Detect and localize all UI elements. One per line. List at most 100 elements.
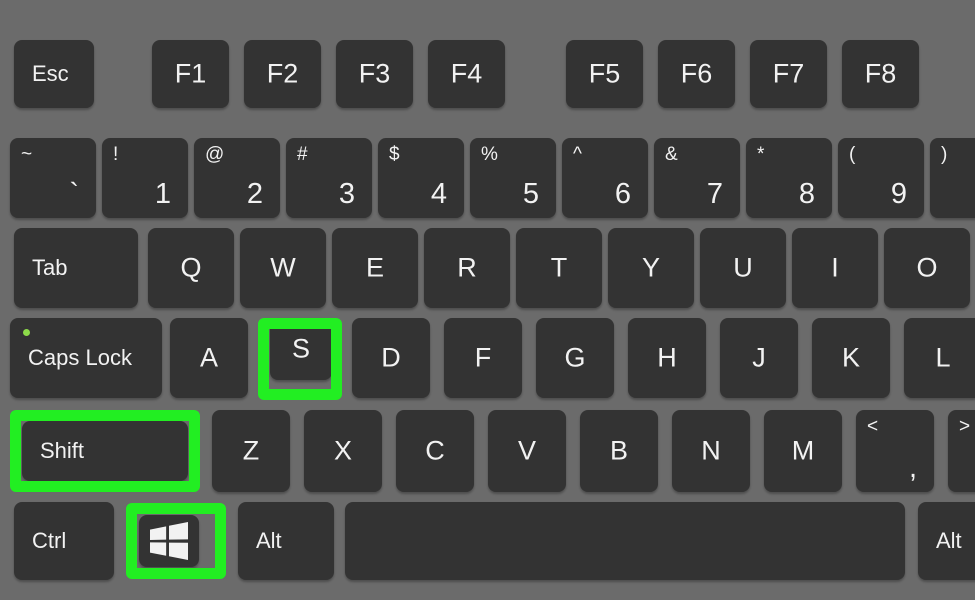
key-q-label: Q [180, 252, 202, 283]
key-f1-label: F1 [174, 58, 207, 89]
key-ctrl[interactable]: Ctrl [14, 502, 114, 580]
key-backtick-base-legend: ` [69, 178, 79, 210]
key-digit4[interactable]: $4 [378, 138, 464, 218]
key-digit7-base-legend: 7 [706, 178, 723, 210]
key-k[interactable]: K [812, 318, 890, 398]
key-q[interactable]: Q [148, 228, 234, 308]
key-digit3-base-legend: 3 [338, 178, 355, 210]
key-c-label: C [425, 435, 445, 466]
key-digit2[interactable]: @2 [194, 138, 280, 218]
key-c[interactable]: C [396, 410, 474, 492]
key-digit9[interactable]: (9 [838, 138, 924, 218]
key-f-label: F [474, 342, 492, 373]
key-f2[interactable]: F2 [244, 40, 321, 108]
key-f3[interactable]: F3 [336, 40, 413, 108]
key-r[interactable]: R [424, 228, 510, 308]
key-capslock[interactable]: Caps Lock [10, 318, 162, 398]
key-l[interactable]: L [904, 318, 975, 398]
key-digit6[interactable]: ^ 6 [562, 138, 648, 218]
key-a-label: A [199, 342, 218, 373]
key-digit7[interactable]: & 7 [654, 138, 740, 218]
key-v[interactable]: V [488, 410, 566, 492]
key-f1[interactable]: F1 [152, 40, 229, 108]
key-digit1-shift-legend: ! [113, 144, 119, 165]
key-ctrl-label: Ctrl [32, 528, 67, 553]
key-digit5-base-legend: 5 [522, 178, 539, 210]
key-digit9-base-legend: 9 [890, 178, 907, 210]
key-f[interactable]: F [444, 318, 522, 398]
key-backtick-shift-legend: ~ [21, 144, 33, 165]
key-space[interactable] [345, 502, 905, 580]
key-digit5-shift-legend: % [481, 144, 498, 165]
key-e[interactable]: E [332, 228, 418, 308]
key-s-label: S [291, 333, 310, 364]
key-alt-right[interactable]: Alt [918, 502, 975, 580]
key-i[interactable]: I [792, 228, 878, 308]
key-d[interactable]: D [352, 318, 430, 398]
key-f6-label: F6 [680, 58, 713, 89]
key-u[interactable]: U [700, 228, 786, 308]
key-j[interactable]: J [720, 318, 798, 398]
key-o[interactable]: O [884, 228, 970, 308]
key-esc[interactable]: Esc [14, 40, 94, 108]
key-f2-label: F2 [266, 58, 299, 89]
windows-logo-icon [150, 522, 188, 560]
key-n[interactable]: N [672, 410, 750, 492]
key-backtick[interactable]: ~ ` [10, 138, 96, 218]
key-m[interactable]: M [764, 410, 842, 492]
key-windows[interactable] [139, 515, 199, 567]
key-f4[interactable]: F4 [428, 40, 505, 108]
key-z[interactable]: Z [212, 410, 290, 492]
key-digit9-shift-legend: ( [849, 144, 856, 165]
key-f7[interactable]: F7 [750, 40, 827, 108]
key-comma-base-legend: , [908, 452, 917, 484]
key-a[interactable]: A [170, 318, 248, 398]
key-comma[interactable]: <, [856, 410, 934, 492]
key-digit2-shift-legend: @ [205, 144, 225, 165]
key-w-label: W [270, 252, 296, 283]
key-digit5[interactable]: % 5 [470, 138, 556, 218]
key-esc-label: Esc [32, 61, 69, 86]
key-e-label: E [365, 252, 384, 283]
key-f8[interactable]: F8 [842, 40, 919, 108]
key-digit8[interactable]: * 8 [746, 138, 832, 218]
key-b-label: B [609, 435, 628, 466]
key-t-label: T [550, 252, 568, 283]
key-digit6-shift-legend: ^ [573, 144, 582, 165]
key-period[interactable]: >. [948, 410, 975, 492]
key-z-label: Z [242, 435, 260, 466]
key-k-label: K [841, 342, 860, 373]
key-digit3[interactable]: #3 [286, 138, 372, 218]
key-shift[interactable]: Shift [22, 421, 188, 481]
key-s[interactable]: S [270, 318, 332, 380]
key-u-label: U [733, 252, 753, 283]
key-h[interactable]: H [628, 318, 706, 398]
key-digit1[interactable]: ! 1 [102, 138, 188, 218]
key-n-label: N [701, 435, 721, 466]
key-g-label: G [564, 342, 586, 373]
key-x[interactable]: X [304, 410, 382, 492]
key-comma-shift-legend: < [867, 416, 879, 437]
key-d-label: D [381, 342, 401, 373]
key-h-label: H [657, 342, 677, 373]
key-capslock-label: Caps Lock [28, 345, 132, 370]
key-alt-left-label: Alt [256, 528, 282, 553]
key-digit1-base-legend: 1 [154, 178, 171, 210]
key-digit2-base-legend: 2 [246, 178, 263, 210]
key-t[interactable]: T [516, 228, 602, 308]
caps-lock-led-icon [23, 329, 30, 336]
key-f5[interactable]: F5 [566, 40, 643, 108]
key-tab[interactable]: Tab [14, 228, 138, 308]
key-l-label: L [935, 342, 951, 373]
key-tab-label: Tab [32, 255, 68, 280]
key-w[interactable]: W [240, 228, 326, 308]
key-digit8-base-legend: 8 [798, 178, 815, 210]
key-f6[interactable]: F6 [658, 40, 735, 108]
key-f3-label: F3 [358, 58, 391, 89]
key-r-label: R [457, 252, 477, 283]
key-alt-left[interactable]: Alt [238, 502, 334, 580]
key-b[interactable]: B [580, 410, 658, 492]
key-y[interactable]: Y [608, 228, 694, 308]
key-digit0[interactable]: )0 [930, 138, 975, 218]
key-g[interactable]: G [536, 318, 614, 398]
